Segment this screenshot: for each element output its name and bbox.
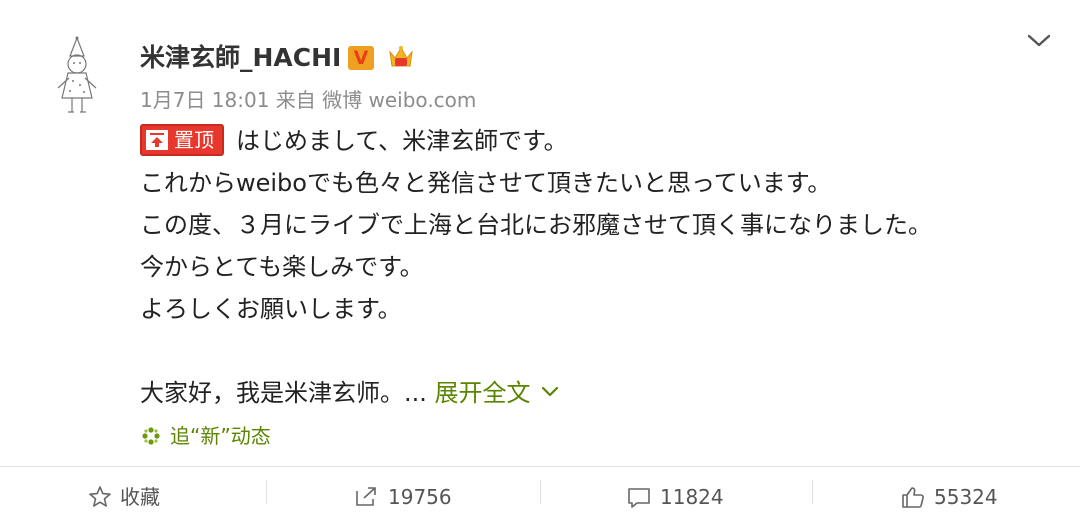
expand-full-text-link[interactable]: 展开全文: [435, 379, 531, 407]
comment-count: 11824: [660, 485, 724, 509]
comment-button[interactable]: 11824: [626, 482, 724, 512]
post-line: この度、３月にライブで上海と台北にお邪魔させて頂く事になりました。: [140, 211, 932, 239]
post-line: これからweiboでも色々と発信させて頂きたいと思っています。: [140, 169, 832, 197]
post-line: 今からとても楽しみです。: [140, 253, 424, 281]
post-line-text: はじめまして、米津玄師です。: [236, 127, 568, 155]
post-line: よろしくお願いします。: [140, 295, 402, 323]
avatar[interactable]: [52, 36, 102, 116]
post-line: 大家好，我是米津玄师。... 展开全文: [140, 372, 932, 414]
post-meta: 1月7日 18:01 来自 微博 weibo.com: [140, 88, 477, 112]
sparkle-icon: [142, 426, 160, 445]
pin-badge: 置顶: [140, 124, 224, 156]
post-line: 置顶 はじめまして、米津玄師です。: [140, 120, 932, 162]
thumbs-up-icon: [902, 486, 924, 508]
username[interactable]: 米津玄師_HACHI: [140, 40, 341, 76]
chevron-down-icon[interactable]: [541, 386, 559, 398]
track-new-updates[interactable]: 追“新”动态: [140, 422, 271, 450]
pin-top-icon: [146, 129, 168, 150]
chevron-down-icon[interactable]: [1026, 32, 1052, 50]
post-content: 置顶 はじめまして、米津玄師です。 これからweiboでも色々と発信させて頂きたい…: [140, 120, 932, 414]
pin-label: 置顶: [174, 128, 214, 152]
action-separator: [812, 480, 813, 504]
repost-icon: [356, 486, 376, 506]
repost-count: 19756: [388, 485, 452, 509]
favorite-button[interactable]: 收藏: [88, 482, 160, 512]
star-icon: [89, 485, 111, 507]
comment-icon: [628, 487, 650, 508]
divider: [0, 466, 1080, 467]
action-separator: [540, 480, 541, 504]
chinese-text: 大家好，我是米津玄师。...: [140, 379, 427, 407]
favorite-label: 收藏: [120, 485, 160, 509]
verified-v-icon[interactable]: V: [348, 46, 374, 70]
crown-badge-icon[interactable]: [386, 42, 416, 72]
like-count: 55324: [934, 485, 998, 509]
like-button[interactable]: 55324: [900, 482, 998, 512]
repost-button[interactable]: 19756: [354, 482, 452, 512]
action-separator: [266, 480, 267, 504]
action-bar: 收藏 19756 11824 55324: [0, 470, 1080, 509]
track-label: 追“新”动态: [170, 424, 271, 448]
